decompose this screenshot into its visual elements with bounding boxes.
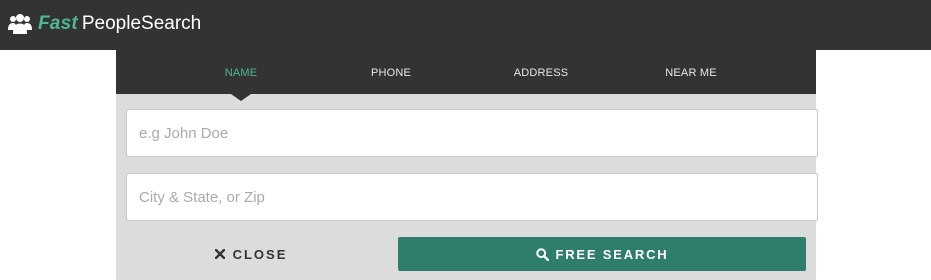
free-search-button[interactable]: FREE SEARCH — [398, 237, 806, 271]
close-x-icon — [214, 249, 225, 259]
active-tab-indicator — [231, 94, 251, 101]
logo-text-peoplesearch: PeopleSearch — [81, 13, 202, 34]
tab-address[interactable]: ADDRESS — [466, 50, 616, 94]
search-type-tabs: NAME PHONE ADDRESS NEAR ME — [116, 50, 816, 94]
logo-text-fast: Fast — [38, 13, 78, 34]
close-button[interactable]: CLOSE — [126, 237, 376, 271]
free-search-button-label: FREE SEARCH — [555, 246, 669, 262]
search-panel: NAME PHONE ADDRESS NEAR ME CLOSE FREE SE… — [116, 50, 818, 280]
site-logo[interactable]: Fast PeopleSearch — [8, 9, 201, 39]
magnifier-icon — [535, 247, 549, 261]
name-input[interactable] — [126, 109, 818, 157]
tab-near-me[interactable]: NEAR ME — [616, 50, 766, 94]
close-button-label: CLOSE — [232, 246, 288, 262]
top-navbar: Fast PeopleSearch — [0, 0, 931, 50]
people-group-icon — [8, 14, 32, 34]
location-input[interactable] — [126, 173, 818, 221]
tab-phone[interactable]: PHONE — [316, 50, 466, 94]
tab-name[interactable]: NAME — [166, 50, 316, 94]
